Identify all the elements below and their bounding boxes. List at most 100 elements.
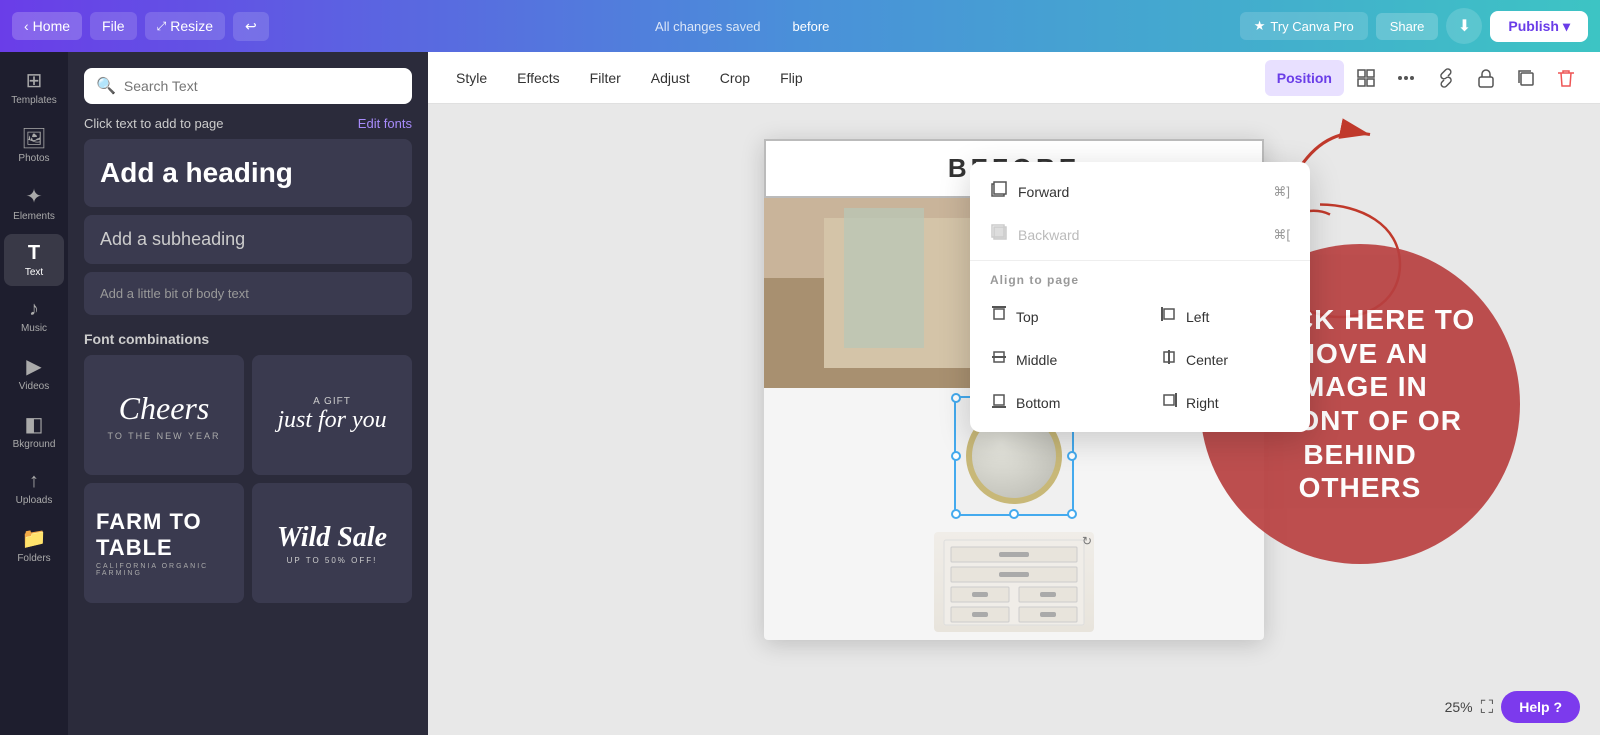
dresser-element[interactable]: ↻	[934, 532, 1094, 632]
share-button[interactable]: Share	[1376, 13, 1439, 40]
add-heading-button[interactable]: Add a heading	[84, 139, 412, 207]
crop-button[interactable]: Crop	[708, 64, 762, 92]
link-icon[interactable]	[1428, 60, 1464, 96]
handle-bm[interactable]	[1009, 509, 1019, 519]
fc3-title: FARM TO TABLE	[96, 509, 232, 561]
canvas-area[interactable]: BEFORE	[428, 104, 1600, 735]
click-text-label: Click text to add to page	[84, 116, 223, 131]
sidebar-item-music[interactable]: ♪ Music	[4, 290, 64, 342]
search-bar[interactable]: 🔍	[84, 68, 412, 104]
folders-icon: 📁	[22, 526, 47, 551]
duplicate-icon[interactable]	[1508, 60, 1544, 96]
sidebar-item-text[interactable]: T Text	[4, 234, 64, 286]
left-panel: 🔍 Click text to add to page Edit fonts A…	[68, 52, 428, 735]
fc1-sub: TO THE NEW YEAR	[107, 431, 220, 441]
topbar: ‹ Home File ⤢ Resize ↩ All changes saved…	[0, 0, 1600, 52]
help-button[interactable]: Help ?	[1501, 691, 1580, 723]
grid-options-icon[interactable]	[1348, 60, 1384, 96]
position-dropdown: Forward ⌘] Backward ⌘[ Align to page	[970, 162, 1310, 432]
fc4-title: Wild Sale	[277, 522, 387, 554]
sidebar-item-folders[interactable]: 📁 Folders	[4, 518, 64, 572]
expand-button[interactable]: ⛶	[1481, 697, 1494, 718]
style-button[interactable]: Style	[444, 64, 499, 92]
font-combos-label: Font combinations	[84, 331, 412, 347]
search-input[interactable]	[124, 78, 400, 94]
align-center-icon	[1160, 348, 1178, 371]
font-combos-grid: Cheers TO THE NEW YEAR A GIFT just for y…	[84, 355, 412, 603]
font-combo-sale[interactable]: Wild Sale UP TO 50% OFF!	[252, 483, 412, 603]
flip-button[interactable]: Flip	[768, 64, 815, 92]
sidebar-item-elements[interactable]: ✦ Elements	[4, 176, 64, 230]
download-button[interactable]: ⬇	[1446, 8, 1482, 44]
dots-icon[interactable]	[1388, 60, 1424, 96]
align-bottom[interactable]: Bottom	[970, 381, 1140, 424]
delete-icon[interactable]	[1548, 60, 1584, 96]
font-combo-cheers[interactable]: Cheers TO THE NEW YEAR	[84, 355, 244, 475]
position-button[interactable]: Position	[1265, 60, 1344, 96]
effects-button[interactable]: Effects	[505, 64, 572, 92]
backward-icon	[990, 223, 1008, 246]
zoom-value: 25%	[1445, 699, 1473, 715]
align-grid: Top Left Middle	[970, 295, 1310, 424]
fc3-sub: CALIFORNIA ORGANIC FARMING	[96, 563, 232, 577]
sidebar-item-photos[interactable]: 🖼 Photos	[4, 118, 64, 172]
handle-tl[interactable]	[951, 393, 961, 403]
lock-icon[interactable]	[1468, 60, 1504, 96]
handle-bl[interactable]	[951, 509, 961, 519]
zoom-bar: 25% ⛶ Help ?	[1445, 691, 1580, 723]
photos-icon: 🖼	[21, 126, 46, 151]
forward-icon	[990, 180, 1008, 203]
forward-item[interactable]: Forward ⌘]	[970, 170, 1310, 213]
fc4-sub: UP TO 50% OFF!	[287, 556, 378, 565]
align-left[interactable]: Left	[1140, 295, 1310, 338]
file-button[interactable]: File	[90, 12, 137, 40]
sidebar-item-templates[interactable]: ⊞ Templates	[4, 60, 64, 114]
resize-button[interactable]: ⤢ Resize	[145, 12, 225, 40]
font-combo-farm[interactable]: FARM TO TABLE CALIFORNIA ORGANIC FARMING	[84, 483, 244, 603]
search-icon: 🔍	[96, 76, 116, 96]
save-status: All changes saved	[655, 19, 761, 34]
adjust-button[interactable]: Adjust	[639, 64, 702, 92]
icon-sidebar: ⊞ Templates 🖼 Photos ✦ Elements T Text ♪…	[0, 52, 68, 735]
dresser-rotate-icon: ↻	[1082, 534, 1092, 548]
filter-button[interactable]: Filter	[578, 64, 633, 92]
align-left-icon	[1160, 305, 1178, 328]
edit-fonts-link[interactable]: Edit fonts	[358, 116, 412, 131]
align-right[interactable]: Right	[1140, 381, 1310, 424]
undo-button[interactable]: ↩	[233, 12, 269, 41]
align-label: Align to page	[970, 265, 1310, 295]
templates-icon: ⊞	[26, 68, 43, 93]
star-icon: ★	[1254, 18, 1266, 34]
elements-icon: ✦	[26, 184, 43, 209]
backward-item[interactable]: Backward ⌘[	[970, 213, 1310, 256]
fc2-title: just for you	[277, 407, 386, 434]
sidebar-item-uploads[interactable]: ↑ Uploads	[4, 462, 64, 514]
handle-lm[interactable]	[951, 451, 961, 461]
chevron-down-icon: ▾	[1563, 18, 1570, 35]
align-middle[interactable]: Middle	[970, 338, 1140, 381]
add-subheading-button[interactable]: Add a subheading	[84, 215, 412, 264]
align-right-icon	[1160, 391, 1178, 414]
undo-icon: ↩	[245, 18, 257, 35]
click-text-row: Click text to add to page Edit fonts	[84, 116, 412, 131]
before-label: before	[793, 19, 830, 34]
align-top[interactable]: Top	[970, 295, 1140, 338]
home-icon: ‹	[24, 18, 29, 34]
sidebar-item-background[interactable]: ◧ Bkground	[4, 404, 64, 458]
handle-br[interactable]	[1067, 509, 1077, 519]
align-middle-icon	[990, 348, 1008, 371]
add-body-button[interactable]: Add a little bit of body text	[84, 272, 412, 315]
fc2-sub: A GIFT	[313, 396, 351, 407]
home-button[interactable]: ‹ Home	[12, 12, 82, 40]
handle-rm[interactable]	[1067, 451, 1077, 461]
background-icon: ◧	[25, 412, 44, 437]
font-combo-gift[interactable]: A GIFT just for you	[252, 355, 412, 475]
align-center[interactable]: Center	[1140, 338, 1310, 381]
text-icon: T	[28, 242, 40, 265]
publish-button[interactable]: Publish ▾	[1490, 11, 1588, 42]
canva-pro-button[interactable]: ★ Try Canva Pro	[1240, 12, 1368, 40]
download-icon: ⬇	[1458, 16, 1471, 36]
align-bottom-icon	[990, 391, 1008, 414]
sidebar-item-videos[interactable]: ▶ Videos	[4, 346, 64, 400]
uploads-icon: ↑	[29, 470, 39, 493]
